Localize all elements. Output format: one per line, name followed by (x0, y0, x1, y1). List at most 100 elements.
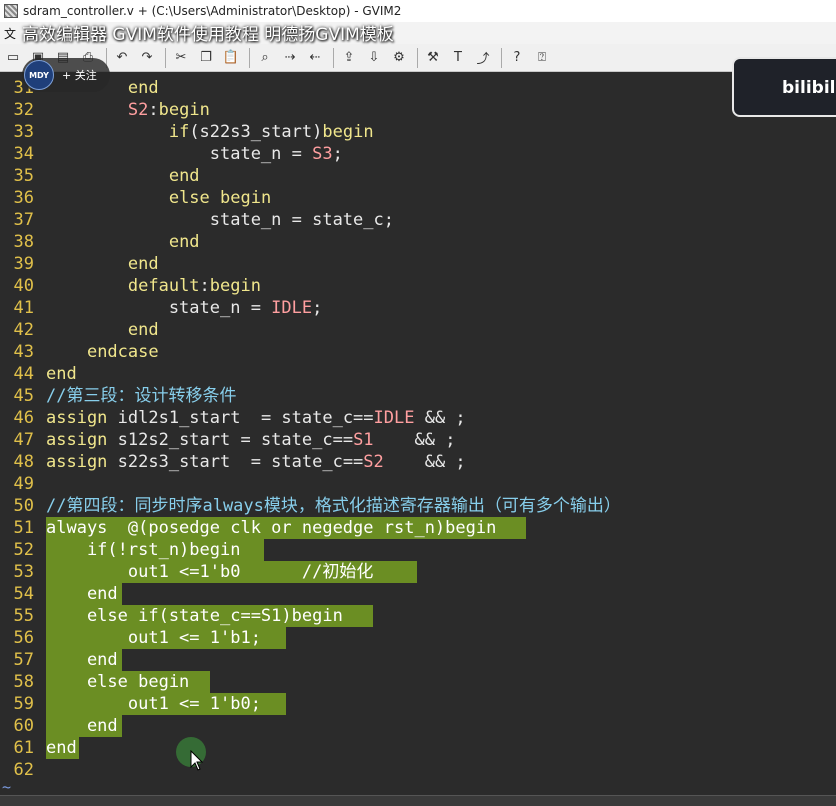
code-line[interactable]: 55 else if(state_c==S1)begin (0, 605, 836, 627)
code-text: if(s22s3_start)begin (46, 121, 374, 143)
code-token: && ; (373, 430, 456, 450)
copy-icon[interactable]: ❐ (195, 47, 217, 69)
code-line[interactable]: 56 out1 <= 1'b1; (0, 627, 836, 649)
code-token: s12s2_start = state_c== (107, 430, 354, 450)
code-line[interactable]: 48 assign s22s3_start = state_c==S2 && ; (0, 451, 836, 473)
find-prev-icon[interactable]: ⇠ (304, 47, 326, 69)
code-line[interactable]: 36 else begin (0, 187, 836, 209)
code-token: && ; (414, 408, 466, 428)
code-token: if (168, 122, 190, 142)
code-line[interactable]: 31 end (0, 77, 836, 99)
paste-icon[interactable]: 📋 (220, 47, 242, 69)
code-token: S3 (312, 144, 333, 164)
code-text: always @(posedge clk or negedge rst_n)be… (46, 517, 496, 539)
find-icon[interactable]: ⌕ (254, 47, 276, 69)
code-line[interactable]: 59 out1 <= 1'b0; (0, 693, 836, 715)
code-token: end (127, 254, 159, 274)
redo-icon[interactable]: ↷ (136, 47, 158, 69)
toolbar-separator (165, 47, 166, 68)
code-token: end (127, 320, 159, 340)
status-bar (0, 795, 836, 806)
code-line[interactable]: 43 endcase (0, 341, 836, 363)
load-session-icon[interactable]: ⇪ (338, 47, 360, 69)
code-line[interactable]: 42 end (0, 319, 836, 341)
code-line[interactable]: 41 state_n = IDLE; (0, 297, 836, 319)
tags-icon[interactable]: T (447, 47, 469, 69)
code-line[interactable]: 37 state_n = state_c; (0, 209, 836, 231)
line-number: 54 (13, 584, 34, 604)
code-token: //第三段：设计转移条件 (46, 386, 237, 406)
code-line[interactable]: 40 default:begin (0, 275, 836, 297)
code-line[interactable]: 45 //第三段：设计转移条件 (0, 385, 836, 407)
code-editor[interactable]: 31 end 32 S2:begin 33 if(s22s3_start)begin… (0, 75, 836, 779)
follow-button[interactable]: + 关注 (62, 67, 97, 83)
line-number: 62 (13, 760, 34, 779)
code-text: state_n = state_c; (46, 209, 394, 231)
code-line[interactable]: 35 end (0, 165, 836, 187)
uploader-avatar[interactable]: MDY (24, 60, 54, 90)
code-token: end (46, 738, 77, 758)
code-token: out1 <=1'b0 //初始化 (46, 562, 374, 582)
code-line[interactable]: 57 end (0, 649, 836, 671)
line-number: 37 (13, 210, 34, 230)
help-icon[interactable]: ? (506, 47, 528, 69)
line-number: 45 (13, 386, 34, 406)
window-title: sdram_controller.v + (C:\Users\Administr… (23, 4, 402, 18)
code-text: state_n = S3; (46, 143, 343, 165)
code-line[interactable]: 33 if(s22s3_start)begin (0, 121, 836, 143)
code-text: out1 <= 1'b0; (46, 693, 261, 715)
line-number: 43 (13, 342, 34, 362)
code-line[interactable]: 47 assign s12s2_start = state_c==S1 && ; (0, 429, 836, 451)
bilibili-card[interactable]: bilibil (732, 57, 836, 117)
code-line[interactable]: 61 end (0, 737, 836, 759)
jump-tag-icon[interactable]: ⤴ (472, 47, 494, 69)
mouse-pointer-icon (190, 750, 204, 771)
code-line[interactable]: 50 //第四段：同步时序always模块，格式化描述寄存器输出（可有多个输出） (0, 495, 836, 517)
save-session-icon[interactable]: ⇩ (363, 47, 385, 69)
code-line[interactable]: 58 else begin (0, 671, 836, 693)
code-token: end (46, 650, 118, 670)
code-line[interactable]: 39 end (0, 253, 836, 275)
find-help-icon[interactable]: ⍰ (531, 47, 553, 69)
line-number: 50 (13, 496, 34, 516)
toolbar-separator (501, 47, 502, 68)
line-number: 49 (13, 474, 34, 494)
code-line[interactable]: 54 end (0, 583, 836, 605)
code-line[interactable]: 52 if(!rst_n)begin (0, 539, 836, 561)
code-text: end (46, 253, 159, 275)
code-text: else begin (46, 671, 189, 693)
code-line[interactable]: 32 S2:begin (0, 99, 836, 121)
code-token: state_n = state_c; (46, 210, 394, 230)
cut-icon[interactable]: ✂ (170, 47, 192, 69)
code-line[interactable]: 44 end (0, 363, 836, 385)
code-line[interactable]: 34 state_n = S3; (0, 143, 836, 165)
code-line[interactable]: 38 end (0, 231, 836, 253)
line-number: 35 (13, 166, 34, 186)
code-line[interactable]: 46 assign idl2s1_start = state_c==IDLE &&… (0, 407, 836, 429)
run-script-icon[interactable]: ⚙ (388, 47, 410, 69)
code-line[interactable]: 60 end (0, 715, 836, 737)
line-number: 48 (13, 452, 34, 472)
line-number: 52 (13, 540, 34, 560)
code-line[interactable]: 51 always @(posedge clk or negedge rst_n)… (0, 517, 836, 539)
open-icon[interactable]: ▭ (2, 47, 24, 69)
code-token: //第四段：同步时序always模块，格式化描述寄存器输出（可有多个输出） (46, 496, 621, 516)
code-line[interactable]: 49 (0, 473, 836, 495)
menu-file[interactable]: 文 (4, 25, 16, 42)
code-line[interactable]: 62 (0, 759, 836, 779)
code-line[interactable]: 53 out1 <=1'b0 //初始化 (0, 561, 836, 583)
find-next-icon[interactable]: ⇢ (279, 47, 301, 69)
code-text: assign s12s2_start = state_c==S1 && ; (46, 429, 455, 451)
code-token: always @(posedge clk or negedge rst_n)be… (46, 518, 497, 538)
code-token: begin (158, 100, 210, 120)
uploader-follow-pill[interactable]: MDY + 关注 (22, 58, 110, 92)
code-token: state_n = (46, 144, 313, 164)
code-text: //第三段：设计转移条件 (46, 385, 236, 407)
make-icon[interactable]: ⚒ (422, 47, 444, 69)
undo-icon[interactable]: ↶ (111, 47, 133, 69)
